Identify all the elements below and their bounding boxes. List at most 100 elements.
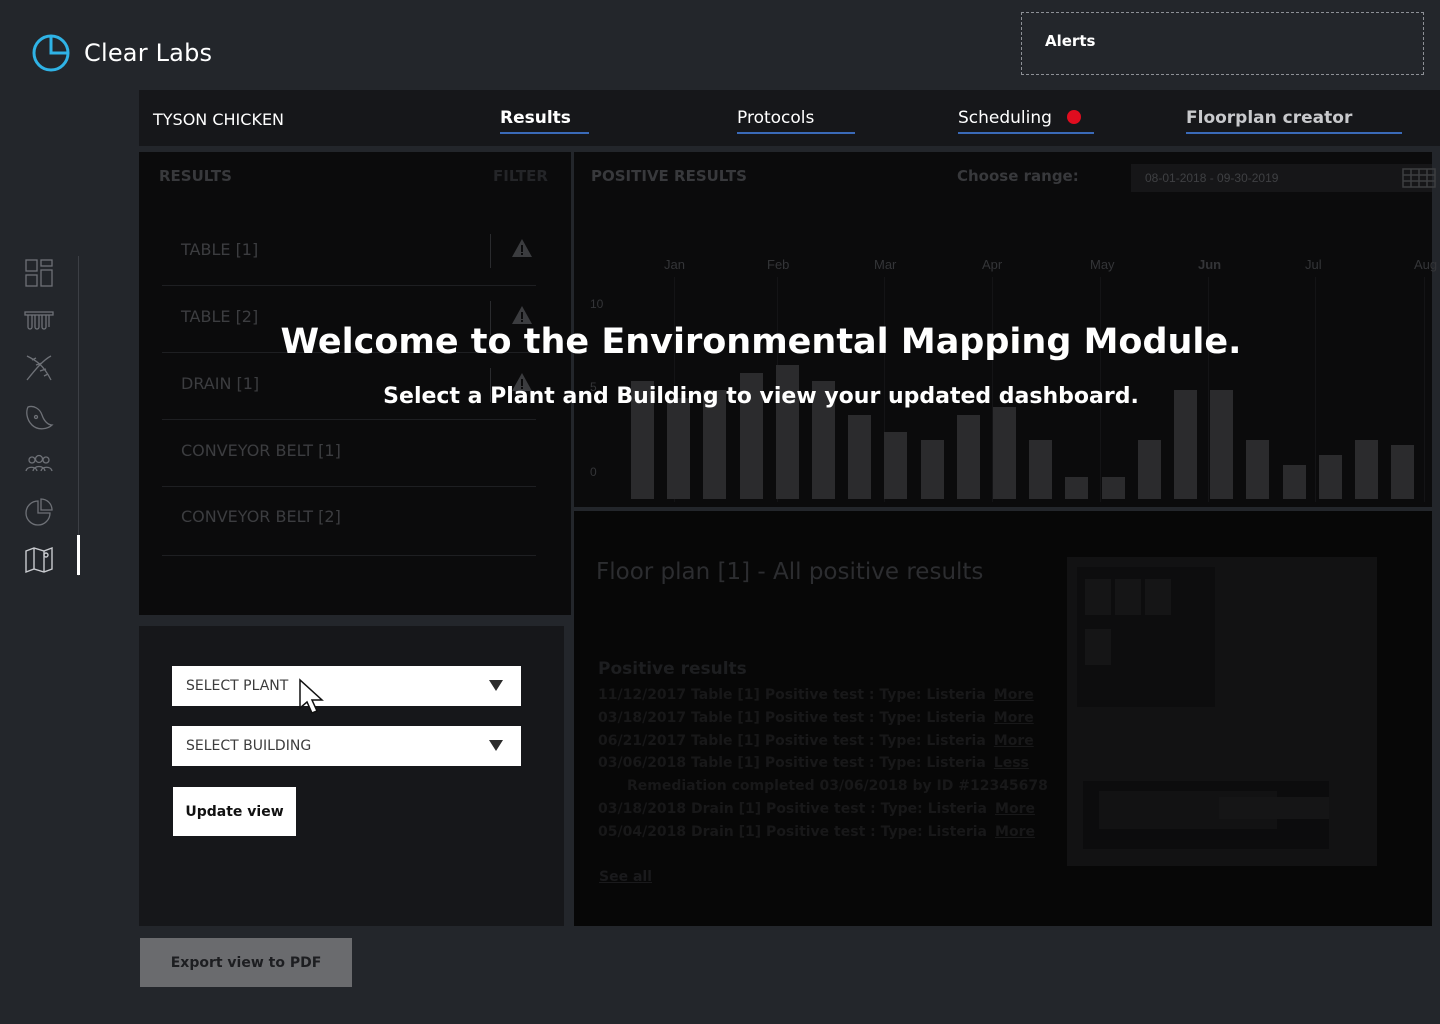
chart-title: POSITIVE RESULTS	[591, 167, 747, 185]
month-tick-label: Jul	[1305, 257, 1322, 272]
range-label: Choose range:	[957, 167, 1079, 185]
result-item-divider	[162, 285, 536, 286]
positive-result-row: 03/06/2018 Table [1] Positive test : Typ…	[598, 755, 1029, 771]
alerts-label: Alerts	[1045, 32, 1096, 50]
sidebar-active-indicator	[77, 535, 80, 575]
result-item-label[interactable]: TABLE [1]	[181, 240, 258, 259]
table-block	[1085, 579, 1111, 615]
positive-result-row: 11/12/2017 Table [1] Positive test : Typ…	[598, 687, 1034, 703]
users-icon[interactable]	[24, 449, 54, 479]
mouse-cursor-icon	[299, 678, 324, 714]
sidebar-divider	[78, 256, 79, 576]
month-tick-label: Aug	[1414, 257, 1438, 272]
plant-selection-panel: SELECT PLANT SELECT BUILDING Update view	[139, 626, 564, 926]
positive-result-row: 03/18/2018 Drain [1] Positive test : Typ…	[598, 801, 1035, 817]
positive-result-text: 11/12/2017 Table [1] Positive test : Typ…	[598, 687, 986, 703]
select-building-dropdown[interactable]: SELECT BUILDING	[172, 726, 521, 766]
chart-bar[interactable]	[1137, 440, 1161, 499]
table-block	[1085, 629, 1111, 665]
result-item-label[interactable]: CONVEYOR BELT [2]	[181, 507, 341, 526]
tab-scheduling[interactable]: Scheduling	[958, 108, 1052, 128]
filter-button[interactable]: FILTER	[493, 167, 548, 185]
positive-result-text: 03/06/2018 Table [1] Positive test : Typ…	[598, 755, 986, 772]
result-more-link[interactable]: More	[994, 687, 1034, 703]
month-tick-label: Jun	[1198, 257, 1222, 272]
chart-bar[interactable]	[1318, 455, 1342, 499]
select-plant-label: SELECT PLANT	[186, 678, 289, 694]
pie-chart-icon[interactable]	[24, 497, 54, 527]
tab-results-underline	[500, 132, 589, 134]
clear-labs-logo-icon	[32, 34, 70, 72]
result-item-label[interactable]: CONVEYOR BELT [1]	[181, 441, 341, 460]
see-all-link[interactable]: See all	[599, 869, 652, 885]
chart-bar[interactable]	[1391, 445, 1415, 499]
positive-result-text: Remediation completed 03/06/2018 by ID #…	[627, 778, 1048, 795]
chart-bar[interactable]	[1246, 440, 1270, 499]
chart-bar[interactable]	[920, 440, 944, 499]
result-item-divider	[162, 419, 536, 420]
positive-result-text: 03/18/2017 Table [1] Positive test : Typ…	[598, 709, 986, 726]
month-tick-label: Mar	[874, 257, 897, 272]
client-name: TYSON CHICKEN	[153, 110, 285, 129]
positive-results-subtitle: Positive results	[598, 659, 747, 679]
alerts-box[interactable]: Alerts	[1021, 12, 1424, 75]
select-plant-dropdown[interactable]: SELECT PLANT	[172, 666, 521, 706]
chart-bar[interactable]	[848, 415, 872, 499]
brand-name: Clear Labs	[84, 39, 213, 67]
chart-bar[interactable]	[1029, 440, 1053, 499]
welcome-title: Welcome to the Environmental Mapping Mod…	[280, 322, 1242, 362]
positive-result-text: 03/18/2018 Drain [1] Positive test : Typ…	[598, 801, 988, 817]
chart-bar[interactable]	[667, 398, 691, 499]
welcome-subtitle: Select a Plant and Building to view your…	[383, 384, 1139, 409]
tab-results[interactable]: Results	[500, 108, 571, 128]
result-more-link[interactable]: More	[995, 801, 1035, 817]
chart-bar[interactable]	[1282, 465, 1306, 499]
chart-bar[interactable]	[1065, 477, 1089, 499]
chart-bar[interactable]	[956, 415, 980, 499]
tab-protocols-underline	[737, 132, 855, 134]
tab-scheduling-underline	[958, 132, 1094, 134]
dashboard-icon[interactable]	[24, 258, 54, 288]
positive-result-row: 05/04/2018 Drain [1] Positive test : Typ…	[598, 824, 1035, 840]
y-tick-label: 10	[590, 297, 604, 311]
export-pdf-button[interactable]: Export view to PDF	[140, 938, 352, 987]
chevron-down-icon	[489, 680, 503, 691]
positive-result-row: 06/21/2017 Table [1] Positive test : Typ…	[598, 733, 1034, 749]
result-more-link[interactable]: More	[994, 710, 1034, 726]
month-tick-label: May	[1090, 257, 1115, 272]
select-building-label: SELECT BUILDING	[186, 738, 312, 754]
y-tick-label: 0	[590, 465, 597, 479]
positive-result-text: 05/04/2018 Drain [1] Positive test : Typ…	[598, 823, 988, 840]
month-tick-label: Feb	[767, 257, 790, 272]
tab-protocols[interactable]: Protocols	[737, 108, 814, 128]
chart-bar[interactable]	[1101, 477, 1125, 499]
month-tick-label: Jan	[664, 257, 685, 272]
result-more-link[interactable]: More	[995, 824, 1035, 840]
result-more-link[interactable]: More	[994, 733, 1034, 749]
table-block	[1115, 579, 1141, 615]
brand-logo[interactable]: Clear Labs	[30, 32, 212, 74]
result-more-link[interactable]: Less	[994, 755, 1029, 771]
result-item-divider	[162, 486, 536, 487]
chart-bar[interactable]	[884, 431, 908, 499]
tab-floorplan-creator[interactable]: Floorplan creator	[1186, 108, 1352, 128]
floorplan-map[interactable]	[1067, 557, 1377, 866]
chart-bar[interactable]	[993, 406, 1016, 499]
map-icon[interactable]	[24, 545, 54, 575]
calendar-icon[interactable]	[1402, 168, 1436, 188]
date-range-value: 08-01-2018 - 09-30-2019	[1145, 171, 1279, 185]
top-nav-bar: TYSON CHICKEN Results Protocols Scheduli…	[139, 90, 1440, 146]
floorplan-panel: Floor plan [1] - All positive results Po…	[574, 511, 1432, 926]
chevron-down-icon	[489, 740, 503, 751]
positive-result-row: Remediation completed 03/06/2018 by ID #…	[627, 778, 1048, 794]
positive-result-text: 06/21/2017 Table [1] Positive test : Typ…	[598, 732, 986, 749]
scheduling-alert-dot	[1067, 110, 1081, 124]
warning-icon	[512, 239, 532, 257]
chart-bar[interactable]	[1355, 440, 1378, 499]
drain-block	[1219, 797, 1329, 819]
floorplan-title: Floor plan [1] - All positive results	[596, 559, 984, 585]
date-range-input[interactable]: 08-01-2018 - 09-30-2019	[1131, 164, 1436, 192]
month-tick-label: Apr	[982, 257, 1003, 272]
positive-result-row: 03/18/2017 Table [1] Positive test : Typ…	[598, 710, 1034, 726]
update-view-button[interactable]: Update view	[173, 787, 296, 836]
